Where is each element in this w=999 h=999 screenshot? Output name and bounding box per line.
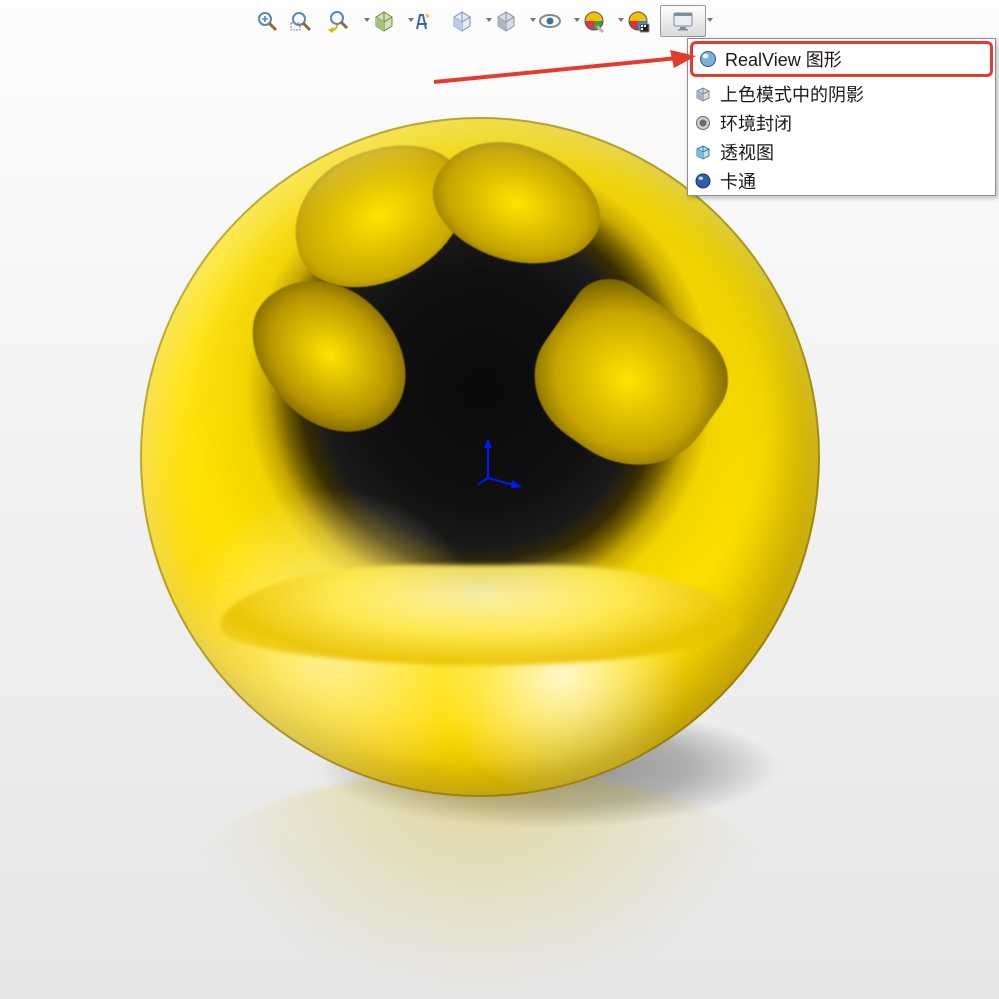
cartoon-sphere-icon (694, 172, 712, 190)
zoom-fit-icon[interactable] (250, 6, 284, 36)
ambient-occlusion-icon (694, 114, 712, 132)
hide-show-icon[interactable] (528, 6, 572, 36)
reflection-highlight (220, 565, 740, 665)
apply-scene-icon[interactable] (616, 6, 660, 36)
menu-item-cartoon[interactable]: 卡通 (688, 166, 995, 195)
view-settings-icon[interactable] (660, 5, 706, 37)
menu-item-label: 透视图 (720, 139, 774, 165)
chevron-down-icon[interactable] (707, 18, 713, 22)
previous-view-icon[interactable] (318, 6, 362, 36)
floor-reflection (190, 770, 770, 990)
view-settings-menu: RealView 图形 上色模式中的阴影 环境封闭 透视图 卡通 (687, 38, 996, 196)
realview-sphere-icon (699, 50, 717, 68)
origin-gizmo[interactable] (478, 438, 522, 488)
edit-appearance-icon[interactable] (572, 6, 616, 36)
heads-up-view-toolbar (250, 4, 706, 38)
view-orientation-icon[interactable] (440, 6, 484, 36)
menu-item-label: 环境封闭 (720, 110, 792, 136)
zoom-window-icon[interactable] (284, 6, 318, 36)
display-style-icon[interactable] (484, 6, 528, 36)
section-view-icon[interactable] (362, 6, 406, 36)
menu-item-realview[interactable]: RealView 图形 (690, 41, 993, 77)
menu-item-perspective[interactable]: 透视图 (688, 137, 995, 166)
menu-item-label: 上色模式中的阴影 (720, 81, 864, 107)
menu-item-label: 卡通 (720, 168, 756, 194)
menu-item-ambient[interactable]: 环境封闭 (688, 108, 995, 137)
perspective-box-icon (694, 143, 712, 161)
dynamic-annotation-icon[interactable] (406, 6, 440, 36)
annotation-arrow (430, 50, 700, 90)
menu-item-label: RealView 图形 (725, 46, 842, 72)
menu-item-shadows[interactable]: 上色模式中的阴影 (688, 79, 995, 108)
